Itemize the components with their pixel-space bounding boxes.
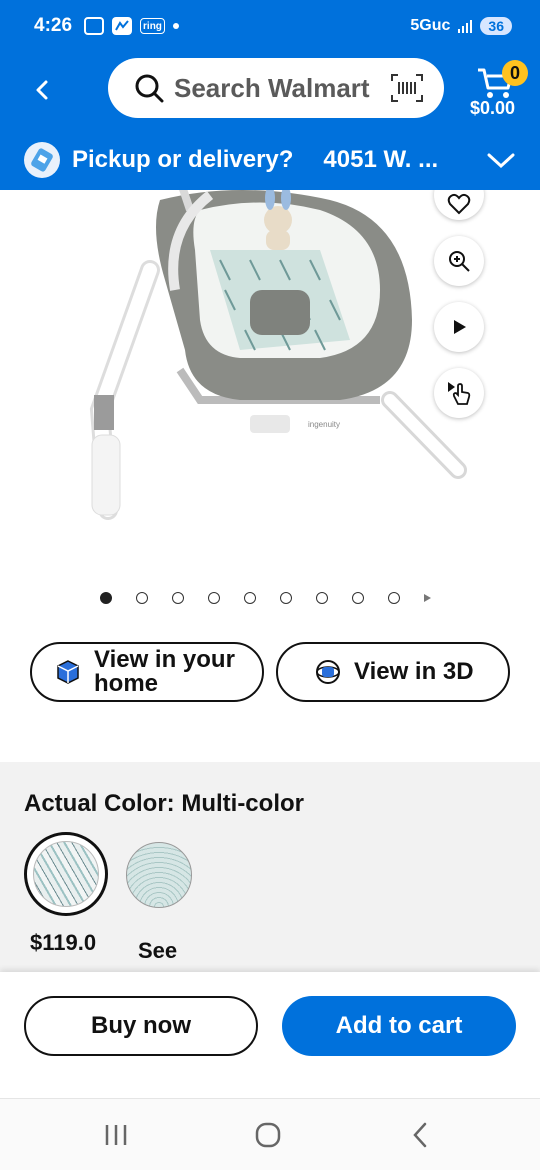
carousel-dot[interactable] (388, 592, 400, 604)
system-back-button[interactable] (400, 1119, 440, 1151)
view-in-home-line2: home (94, 670, 159, 697)
interactive-view-button[interactable] (434, 368, 484, 418)
view-in-home-button[interactable]: View in your home (30, 642, 264, 702)
search-placeholder: Search Walmart (174, 72, 370, 103)
chevron-left-icon (36, 80, 48, 100)
carousel-dot[interactable] (244, 592, 256, 604)
brand-mark: ingenuity (308, 420, 340, 429)
color-title: Actual Color: Multi-color (24, 790, 304, 817)
carousel-dot[interactable] (316, 592, 328, 604)
view-in-home-label: View in your home (94, 648, 235, 696)
3d-view-icon (316, 660, 340, 684)
system-nav-bar (0, 1098, 540, 1170)
search-icon (135, 74, 164, 103)
carousel-indicator[interactable] (100, 592, 431, 604)
home-button[interactable] (248, 1119, 288, 1151)
recent-apps-button[interactable] (96, 1119, 136, 1151)
view-in-3d-label: View in 3D (354, 658, 474, 685)
ar-cube-icon (57, 660, 79, 684)
carousel-dot[interactable] (208, 592, 220, 604)
play-icon (454, 320, 466, 334)
variant-selector: Actual Color: Multi-color $119.0 See (0, 762, 540, 972)
heart-icon (447, 193, 471, 215)
play-video-button[interactable] (434, 302, 484, 352)
cart-total: $0.00 (470, 98, 516, 118)
status-bar: 4:26 ring 5Guc 36 (0, 0, 540, 52)
purchase-bar: Buy now Add to cart (0, 972, 540, 1098)
app-header: Search Walmart 0 $0.00 (0, 52, 540, 130)
pickup-delivery-bar[interactable]: Pickup or delivery? 4051 W. ... (0, 130, 540, 190)
carousel-dot[interactable] (172, 592, 184, 604)
cart-count-badge: 0 (502, 60, 528, 86)
carousel-dot[interactable] (136, 592, 148, 604)
ring-icon: ring (140, 18, 165, 34)
variant-see-price[interactable]: See (138, 938, 177, 964)
zoom-in-icon (449, 251, 470, 272)
swatch-alternate[interactable] (126, 842, 192, 908)
swatch-selected[interactable] (24, 832, 108, 916)
cart-button[interactable]: 0 $0.00 (468, 58, 528, 122)
carousel-dot[interactable] (352, 592, 364, 604)
carousel-next-icon[interactable] (424, 594, 431, 602)
back-arrow-icon (413, 1122, 427, 1148)
store-address: 4051 W. ... (323, 146, 439, 173)
app-icon (112, 17, 133, 35)
network-type: 5Guc (410, 17, 451, 34)
status-time: 4:26 (34, 15, 73, 36)
swatch-multicolor (33, 841, 99, 907)
carousel-dot[interactable] (280, 592, 292, 604)
product-image[interactable]: ingenuity (0, 190, 540, 620)
dot-icon (172, 23, 179, 29)
chevron-down-icon (487, 153, 515, 169)
signal-icon (458, 19, 473, 33)
home-icon (255, 1122, 281, 1148)
add-to-cart-button[interactable]: Add to cart (282, 996, 516, 1056)
view-in-3d-button[interactable]: View in 3D (276, 642, 510, 702)
view-in-home-line1: View in your (94, 646, 235, 673)
screenshot-icon (84, 17, 105, 35)
pickup-icon (24, 142, 60, 178)
back-button[interactable] (30, 74, 56, 106)
pickup-question: Pickup or delivery? (72, 146, 294, 173)
battery-level: 36 (480, 17, 512, 35)
zoom-button[interactable] (434, 236, 484, 286)
search-bar[interactable]: Search Walmart (108, 58, 444, 118)
buy-now-button[interactable]: Buy now (24, 996, 258, 1056)
barcode-scan-icon[interactable] (390, 73, 424, 103)
carousel-dot[interactable] (100, 592, 112, 604)
recent-apps-icon (105, 1125, 127, 1145)
hand-tap-icon (448, 382, 471, 405)
variant-price: $119.0 (30, 930, 97, 955)
